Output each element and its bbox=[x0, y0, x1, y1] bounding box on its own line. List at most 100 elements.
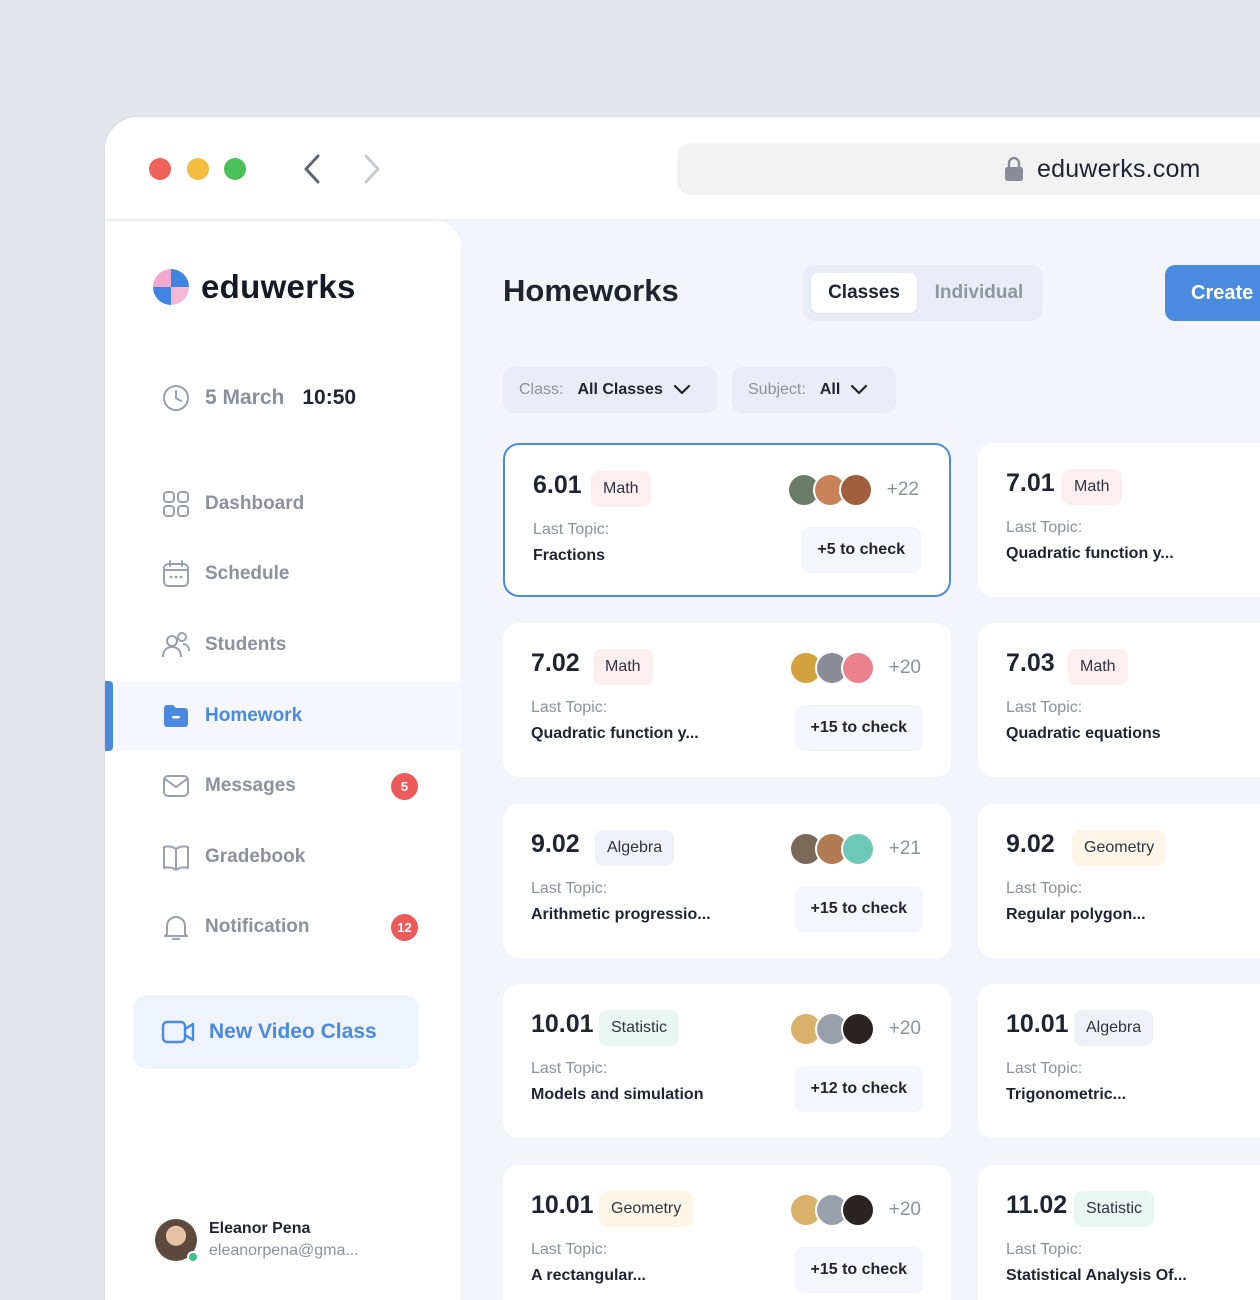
subject-filter-label: Subject: bbox=[748, 381, 806, 398]
sidebar-item-homework[interactable]: Homework bbox=[105, 681, 461, 751]
last-topic: A rectangular... bbox=[531, 1267, 646, 1284]
grid-icon bbox=[163, 491, 189, 517]
logo-text: eduwerks bbox=[201, 268, 356, 305]
class-card[interactable]: 10.01 Statistic +20 Last Topic: Models a… bbox=[503, 984, 951, 1138]
class-number: 7.02 bbox=[531, 649, 580, 677]
sidebar-item-messages[interactable]: Messages 5 bbox=[105, 751, 461, 821]
subject-tag: Geometry bbox=[1072, 830, 1167, 866]
class-number: 9.02 bbox=[531, 830, 580, 858]
to-check-button[interactable]: +15 to check bbox=[794, 1247, 923, 1293]
sidebar-item-notification[interactable]: Notification 12 bbox=[105, 892, 461, 962]
sidebar-item-gradebook[interactable]: Gradebook bbox=[105, 822, 461, 892]
subject-tag: Geometry bbox=[599, 1191, 694, 1227]
class-number: 11.02 bbox=[1006, 1191, 1068, 1219]
back-arrow-icon[interactable] bbox=[297, 153, 327, 185]
messages-count-badge: 5 bbox=[391, 772, 418, 800]
last-topic-label: Last Topic: bbox=[531, 1060, 608, 1077]
avatar bbox=[839, 473, 873, 507]
student-avatars bbox=[789, 651, 875, 685]
subject-tag: Algebra bbox=[1074, 1010, 1154, 1046]
student-avatars bbox=[789, 832, 875, 866]
last-topic-label: Last Topic: bbox=[531, 1241, 608, 1258]
bell-icon bbox=[164, 916, 188, 940]
tab-individual[interactable]: Individual bbox=[921, 273, 1037, 313]
logo[interactable]: eduwerks bbox=[151, 267, 356, 307]
app-content: eduwerks 5 March 10:50 Dashboard Schedul… bbox=[105, 221, 1260, 1300]
extra-students-count: +20 bbox=[888, 657, 921, 678]
subject-tag: Math bbox=[1062, 469, 1122, 505]
profile-email: eleanorpena@gma... bbox=[209, 1242, 359, 1259]
student-avatars bbox=[787, 473, 873, 507]
extra-students-count: +20 bbox=[888, 1199, 921, 1220]
subject-tag: Math bbox=[1068, 649, 1128, 685]
to-check-button[interactable]: +12 to check bbox=[794, 1066, 923, 1112]
class-card[interactable]: 10.01 Geometry +20 Last Topic: A rectang… bbox=[503, 1165, 951, 1300]
new-video-class-button[interactable]: New Video Class bbox=[133, 995, 419, 1069]
last-topic: Statistical Analysis Of... bbox=[1006, 1267, 1187, 1284]
chevron-down-icon bbox=[851, 384, 868, 395]
user-profile[interactable]: Eleanor Pena eleanorpena@gma... bbox=[155, 1219, 359, 1263]
last-topic-label: Last Topic: bbox=[533, 521, 610, 538]
book-icon bbox=[163, 845, 189, 871]
class-card[interactable]: 9.02 Algebra +21 Last Topic: Arithmetic … bbox=[503, 804, 951, 958]
create-button[interactable]: Create bbox=[1165, 265, 1260, 321]
student-avatars bbox=[789, 1012, 875, 1046]
class-card[interactable]: 10.01 Algebra Last Topic: Trigonometric.… bbox=[978, 984, 1260, 1138]
date-text: 5 March bbox=[205, 386, 285, 409]
avatar bbox=[841, 832, 875, 866]
close-window-button[interactable] bbox=[149, 158, 171, 180]
class-filter-label: Class: bbox=[519, 381, 564, 398]
profile-name: Eleanor Pena bbox=[209, 1220, 311, 1237]
last-topic: Regular polygon... bbox=[1006, 906, 1146, 923]
forward-arrow-icon[interactable] bbox=[357, 153, 387, 185]
extra-students-count: +22 bbox=[886, 479, 919, 500]
class-card[interactable]: 9.02 Geometry Last Topic: Regular polygo… bbox=[978, 804, 1260, 958]
time-text: 10:50 bbox=[302, 386, 357, 409]
last-topic-label: Last Topic: bbox=[1006, 880, 1083, 897]
avatar bbox=[841, 1012, 875, 1046]
subject-filter-dropdown[interactable]: Subject: All bbox=[732, 367, 896, 413]
subject-tag: Math bbox=[593, 649, 653, 685]
subject-filter-value: All bbox=[819, 381, 841, 398]
class-filter-dropdown[interactable]: Class: All Classes bbox=[503, 367, 717, 413]
page-title: Homeworks bbox=[503, 273, 679, 308]
lock-icon bbox=[1005, 156, 1023, 181]
address-bar[interactable]: eduwerks.com bbox=[677, 143, 1260, 195]
tab-classes[interactable]: Classes bbox=[811, 273, 917, 313]
view-toggle: Classes Individual bbox=[803, 265, 1043, 321]
folder-icon bbox=[164, 705, 188, 727]
maximize-window-button[interactable] bbox=[224, 158, 246, 180]
class-card[interactable]: 11.02 Statistic Last Topic: Statistical … bbox=[978, 1165, 1260, 1300]
last-topic: Quadratic function y... bbox=[1006, 545, 1174, 562]
subject-tag: Statistic bbox=[1074, 1191, 1155, 1227]
eduwerks-logo-icon bbox=[153, 269, 189, 305]
class-card[interactable]: 7.03 Math Last Topic: Quadratic equation… bbox=[978, 623, 1260, 777]
class-card[interactable]: 7.01 Math Last Topic: Quadratic function… bbox=[978, 443, 1260, 597]
class-number: 6.01 bbox=[533, 471, 582, 499]
last-topic-label: Last Topic: bbox=[1006, 1060, 1083, 1077]
to-check-button[interactable]: +15 to check bbox=[794, 886, 923, 932]
sidebar-item-label: Notification bbox=[205, 916, 310, 937]
online-status-dot bbox=[187, 1251, 199, 1263]
subject-tag: Algebra bbox=[595, 830, 675, 866]
class-card[interactable]: 7.02 Math +20 Last Topic: Quadratic func… bbox=[503, 623, 951, 777]
sidebar-item-schedule[interactable]: Schedule bbox=[105, 539, 461, 609]
last-topic-label: Last Topic: bbox=[531, 880, 608, 897]
sidebar-item-label: Students bbox=[205, 634, 287, 655]
sidebar-item-students[interactable]: Students bbox=[105, 610, 461, 680]
to-check-button[interactable]: +5 to check bbox=[801, 527, 921, 573]
mail-icon bbox=[163, 775, 189, 797]
class-card[interactable]: 6.01 Math +22 Last Topic: Fractions +5 t… bbox=[503, 443, 951, 597]
sidebar-item-dashboard[interactable]: Dashboard bbox=[105, 469, 461, 539]
class-filter-value: All Classes bbox=[577, 381, 663, 398]
to-check-button[interactable]: +15 to check bbox=[794, 705, 923, 751]
sidebar-item-label: Gradebook bbox=[205, 846, 306, 867]
url-text: eduwerks.com bbox=[1037, 155, 1201, 183]
class-number: 10.01 bbox=[531, 1191, 594, 1219]
last-topic: Fractions bbox=[533, 547, 606, 564]
minimize-window-button[interactable] bbox=[187, 158, 209, 180]
sidebar-item-label: Homework bbox=[205, 705, 303, 726]
subject-tag: Statistic bbox=[599, 1010, 680, 1046]
sidebar-item-label: Dashboard bbox=[205, 493, 305, 514]
last-topic-label: Last Topic: bbox=[1006, 699, 1083, 716]
